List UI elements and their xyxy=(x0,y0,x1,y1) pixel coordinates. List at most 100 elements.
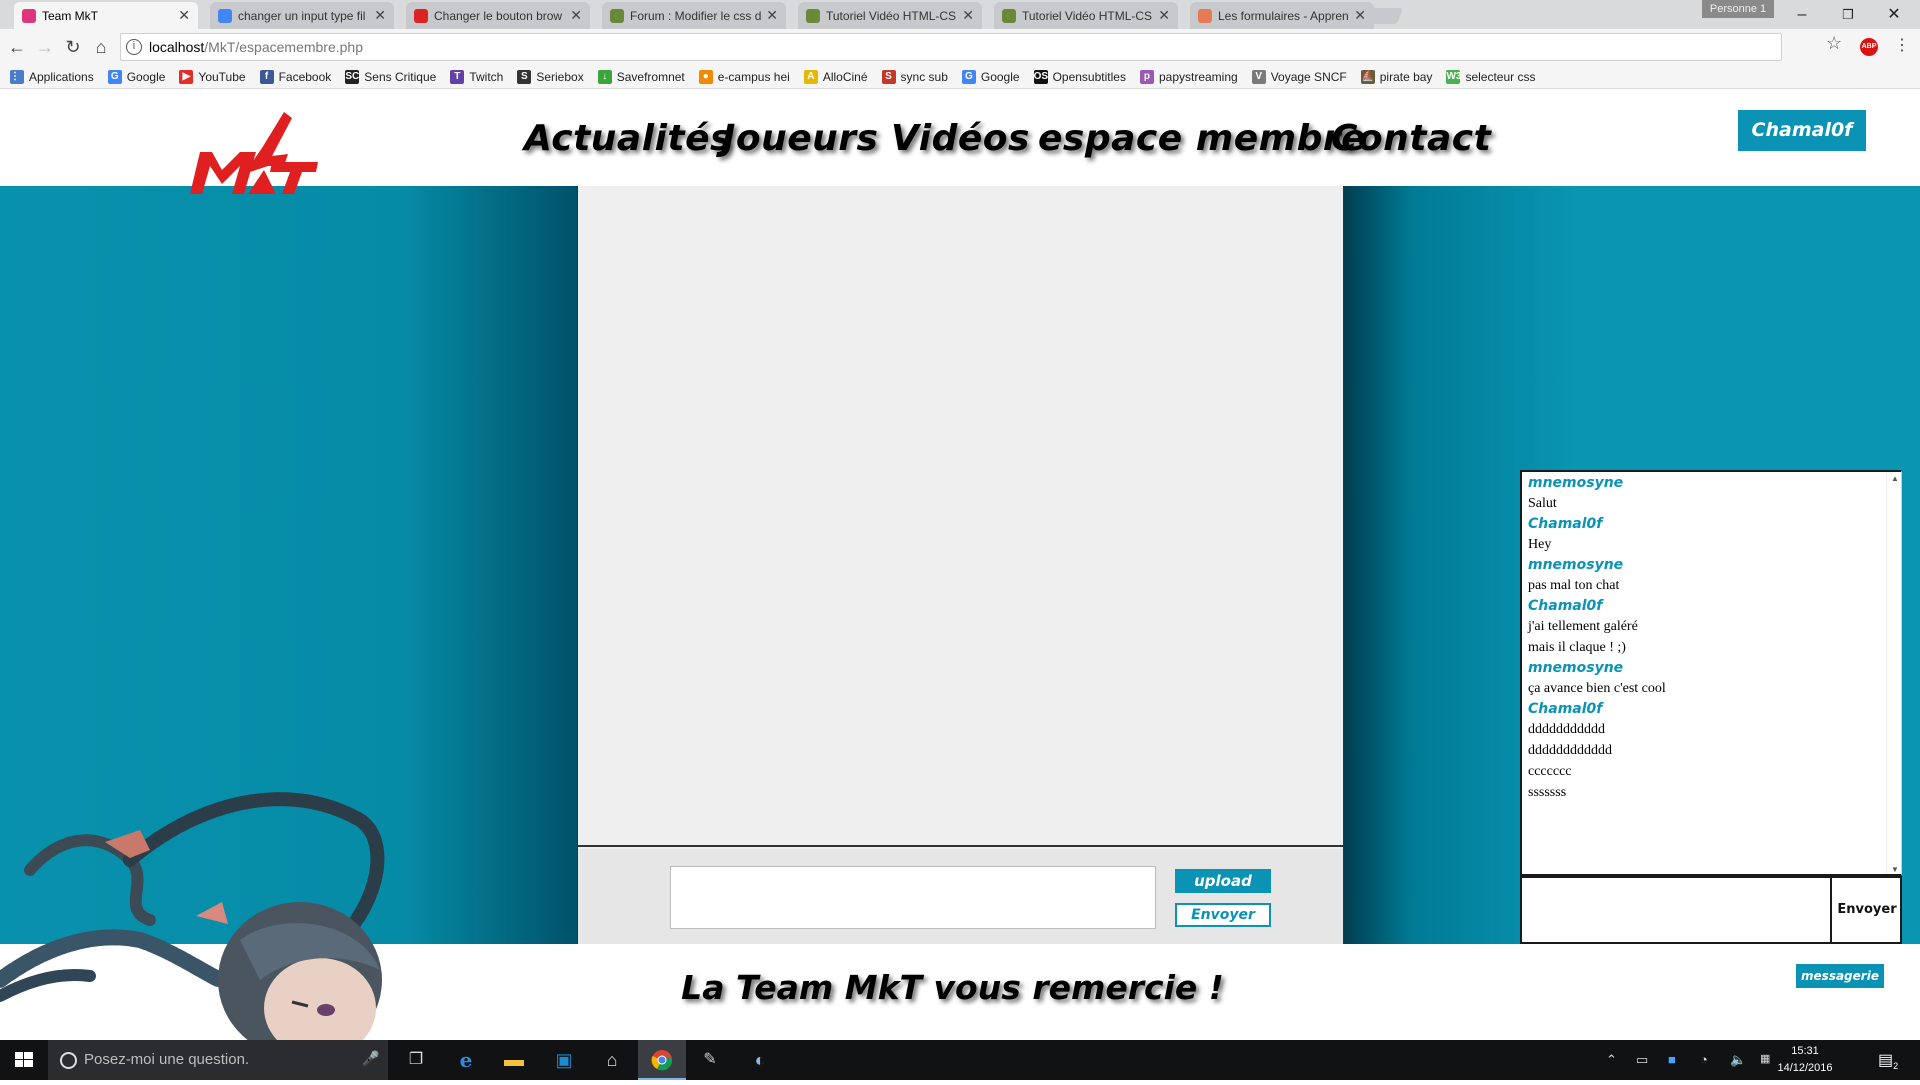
url-host: localhost xyxy=(149,39,205,55)
scroll-up-icon[interactable]: ▲ xyxy=(1891,474,1899,483)
notification-center-icon[interactable]: ▤2 xyxy=(1878,1050,1898,1071)
chat-message-text: dddddddddddd xyxy=(1528,743,1612,758)
bookmark-item[interactable]: G Google xyxy=(961,69,1020,84)
bookmark-item[interactable]: ⛵ pirate bay xyxy=(1360,69,1433,84)
bookmark-item[interactable]: SC Sens Critique xyxy=(345,69,436,84)
chat-messages[interactable]: mnemosyne Salut Chamal0f Hey mnemosyne pas ma… xyxy=(1522,472,1884,874)
system-clock[interactable]: 15:31 14/12/2016 xyxy=(1770,1043,1840,1077)
browser-tab[interactable]: Tutoriel Vidéo HTML-CS ✕ xyxy=(798,2,982,29)
tab-favicon-icon xyxy=(218,8,232,23)
browser-tab[interactable]: changer un input type fil ✕ xyxy=(210,2,394,29)
tab-favicon-icon xyxy=(414,8,428,23)
bookmark-star-icon[interactable]: ☆ xyxy=(1826,33,1842,54)
bookmark-item[interactable]: p papystreaming xyxy=(1139,69,1238,84)
nav-videos[interactable]: Vidéos xyxy=(891,118,1030,159)
edge-icon[interactable]: e xyxy=(442,1040,490,1080)
nav-joueurs[interactable]: Joueurs xyxy=(722,118,878,159)
bookmark-item[interactable]: f Facebook xyxy=(259,69,332,84)
bookmark-label: Twitch xyxy=(469,69,504,84)
bookmark-item[interactable]: G Google xyxy=(107,69,165,84)
chrome-icon[interactable] xyxy=(638,1040,686,1080)
tab-label: Les formulaires - Appren xyxy=(1218,8,1349,23)
content-display-area xyxy=(578,186,1343,847)
chat-scrollbar[interactable]: ▲ ▼ xyxy=(1886,472,1901,874)
browser-tab[interactable]: Tutoriel Vidéo HTML-CS ✕ xyxy=(994,2,1178,29)
tab-close-icon[interactable]: ✕ xyxy=(178,7,190,24)
content-panel: upload Envoyer xyxy=(577,186,1344,944)
restore-icon[interactable]: ❐ xyxy=(1828,2,1868,28)
messagerie-button[interactable]: messagerie xyxy=(1796,964,1884,988)
chat-input[interactable] xyxy=(1522,878,1832,942)
tab-label: Forum : Modifier le css d xyxy=(630,8,762,23)
bookmark-item[interactable]: ● e-campus hei xyxy=(698,69,790,84)
user-profile-button[interactable]: Chamal0f xyxy=(1738,110,1866,151)
tab-close-icon[interactable]: ✕ xyxy=(962,7,974,24)
paint-icon[interactable]: ✎ xyxy=(686,1040,734,1080)
cortana-search[interactable]: Posez-moi une question. xyxy=(48,1040,388,1080)
wifi-icon[interactable]: ◔ xyxy=(1700,1052,1708,1067)
tab-close-icon[interactable]: ✕ xyxy=(766,7,778,24)
bookmark-item[interactable]: ▶ YouTube xyxy=(179,69,246,84)
file-explorer-icon[interactable]: ▬ xyxy=(490,1040,538,1080)
profile-button[interactable]: Personne 1 xyxy=(1702,0,1774,18)
send-button[interactable]: Envoyer xyxy=(1175,903,1271,927)
bookmark-item[interactable]: ⋮⋮ Applications xyxy=(10,69,94,84)
tray-app-icon[interactable]: ■ xyxy=(1668,1052,1676,1067)
bookmark-label: Voyage SNCF xyxy=(1270,69,1347,84)
tab-close-icon[interactable]: ✕ xyxy=(570,7,582,24)
upload-button[interactable]: upload xyxy=(1175,869,1271,893)
minimize-icon[interactable]: – xyxy=(1782,2,1822,28)
bookmark-item[interactable]: ↓ Savefromnet xyxy=(597,69,685,84)
bookmark-item[interactable]: T Twitch xyxy=(450,69,504,84)
windows-taskbar: Posez-moi une question. 🎤 ❐ e ▬ ▣ ⌂ ✎ ◐ … xyxy=(0,1040,1920,1080)
tab-close-icon[interactable]: ✕ xyxy=(1354,7,1366,24)
tab-favicon-icon xyxy=(1198,8,1212,23)
tab-close-icon[interactable]: ✕ xyxy=(1158,7,1170,24)
tab-favicon-icon xyxy=(806,8,820,23)
nav-espace-membre[interactable]: espace membre xyxy=(1038,118,1366,159)
bookmark-label: Facebook xyxy=(278,69,332,84)
post-textarea[interactable] xyxy=(670,866,1156,929)
tray-expand-icon[interactable]: ⌃ xyxy=(1606,1052,1617,1068)
bookmark-item[interactable]: S Seriebox xyxy=(517,69,584,84)
tab-strip: Team MkT ✕ changer un input type fil ✕ Chang… xyxy=(0,0,1920,29)
home-icon[interactable]: ⌂ xyxy=(88,34,114,60)
store-icon[interactable]: ⌂ xyxy=(588,1040,636,1080)
bookmark-label: AlloCiné xyxy=(822,69,868,84)
forward-icon[interactable]: → xyxy=(32,34,58,60)
back-icon[interactable]: ← xyxy=(4,34,30,60)
bookmark-item[interactable]: A AlloCiné xyxy=(803,69,868,84)
browser-tab[interactable]: Forum : Modifier le css d ✕ xyxy=(602,2,786,29)
battery-icon[interactable]: ▭ xyxy=(1636,1052,1648,1068)
browser-tab[interactable]: Changer le bouton brow ✕ xyxy=(406,2,590,29)
bookmark-item[interactable]: V Voyage SNCF xyxy=(1251,69,1347,84)
microphone-icon[interactable]: 🎤 xyxy=(362,1050,379,1067)
nav-contact[interactable]: Contact xyxy=(1331,118,1491,159)
info-icon[interactable]: i xyxy=(126,39,142,55)
scroll-down-icon[interactable]: ▼ xyxy=(1891,865,1899,874)
bookmark-item[interactable]: Ssync sub xyxy=(881,69,948,84)
app-icon[interactable]: ▣ xyxy=(540,1040,588,1080)
adblock-icon[interactable]: ABP xyxy=(1860,38,1878,56)
bookmark-item[interactable]: OS Opensubtitles xyxy=(1033,69,1126,84)
mkt-logo[interactable] xyxy=(188,108,320,198)
tab-close-icon[interactable]: ✕ xyxy=(374,7,386,24)
chat-author: mnemosyne xyxy=(1528,557,1624,573)
address-bar[interactable]: localhost/MkT/espacemembre.php xyxy=(120,33,1782,61)
bookmark-label: pirate bay xyxy=(1379,69,1433,84)
twitch-icon: T xyxy=(450,69,465,84)
nav-actualites[interactable]: Actualités xyxy=(524,118,732,159)
reload-icon[interactable]: ↻ xyxy=(60,34,86,60)
new-tab-button[interactable] xyxy=(1365,8,1403,24)
close-window-icon[interactable]: ✕ xyxy=(1874,2,1914,28)
menu-icon[interactable]: ⋮ xyxy=(1894,35,1910,55)
chat-send-button[interactable]: Envoyer xyxy=(1834,878,1900,942)
steam-icon[interactable]: ◐ xyxy=(736,1040,784,1080)
volume-icon[interactable]: 🔈 xyxy=(1730,1052,1746,1068)
browser-tab[interactable]: Les formulaires - Appren ✕ xyxy=(1190,2,1374,29)
bookmark-item[interactable]: W3 selecteur css xyxy=(1446,69,1535,84)
windows-start-icon[interactable] xyxy=(0,1040,48,1080)
task-view-icon[interactable]: ❐ xyxy=(392,1040,440,1080)
keyboard-icon[interactable]: ▦ xyxy=(1760,1052,1770,1065)
browser-tab[interactable]: Team MkT ✕ xyxy=(14,2,198,29)
